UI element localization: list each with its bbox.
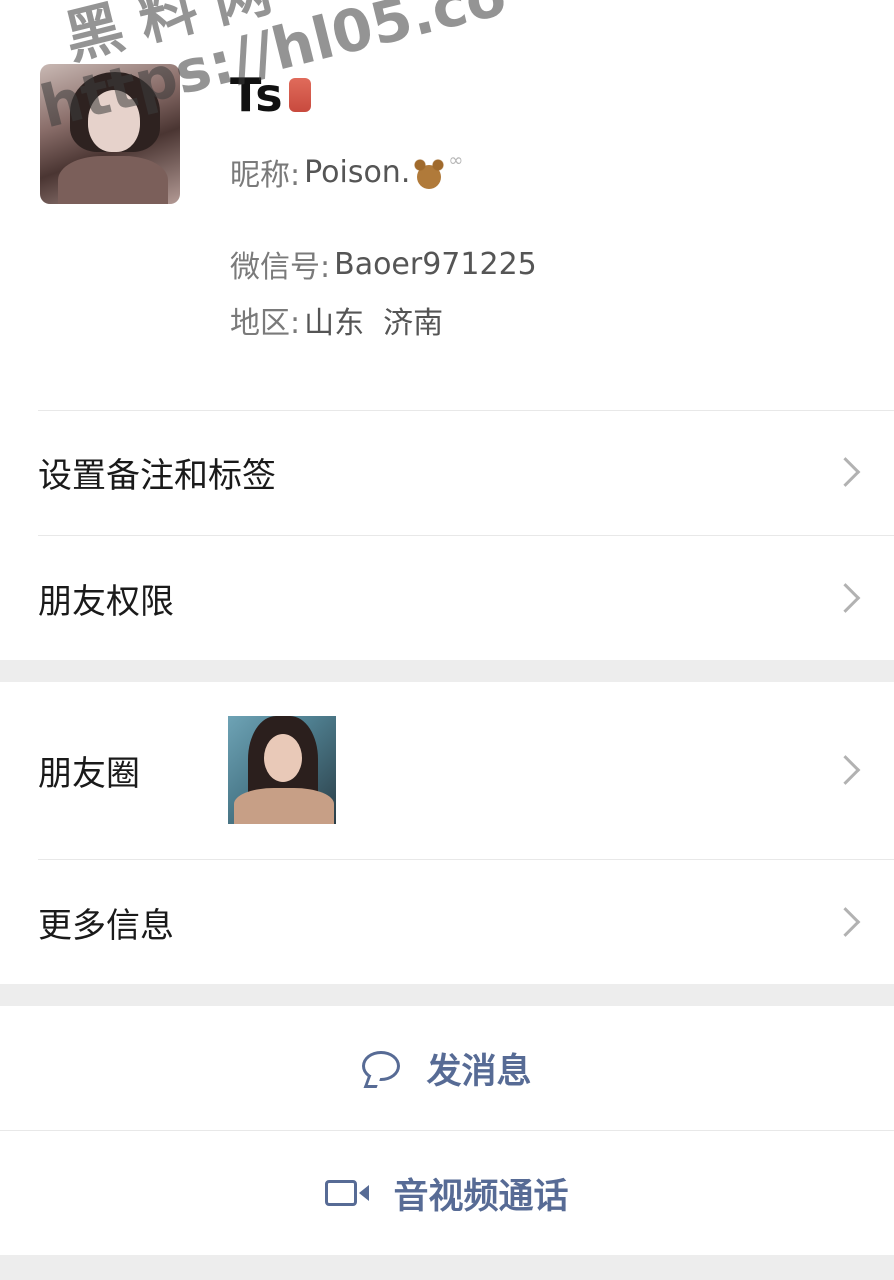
sparkle-icon: ∞ [448, 149, 464, 171]
avatar[interactable] [40, 64, 180, 204]
video-camera-icon [325, 1178, 371, 1208]
settings-group: 设置备注和标签 朋友权限 [0, 410, 894, 660]
wechat-id-value: Baoer971225 [334, 246, 537, 282]
nickname-line: 昵称: Poison. ∞ [230, 150, 463, 194]
row-label: 更多信息 [38, 905, 174, 946]
row-label: 朋友圈 [38, 753, 140, 794]
chevron-right-icon [830, 457, 861, 487]
nickname-value: Poison. [304, 154, 411, 190]
name-badge-icon [288, 78, 311, 112]
wechat-id-line: 微信号: Baoer971225 [230, 242, 537, 286]
display-name: Ts [230, 68, 311, 122]
social-group: 朋友圈 更多信息 [0, 682, 894, 984]
region-label: 地区: [230, 306, 301, 341]
row-more-info[interactable]: 更多信息 [0, 860, 894, 984]
region-line: 地区: 山东 济南 [230, 298, 443, 342]
row-label: 设置备注和标签 [38, 455, 276, 496]
moments-thumbnail [228, 716, 336, 824]
chat-bubble-icon [362, 1051, 404, 1085]
row-remark-tags[interactable]: 设置备注和标签 [0, 410, 894, 534]
display-name-text: Ts [230, 68, 283, 122]
send-message-button[interactable]: 发消息 [0, 1006, 894, 1130]
profile-card: Ts 昵称: Poison. ∞ 微信号: Baoer971225 地区: 山东… [0, 0, 894, 410]
send-message-label: 发消息 [426, 1051, 532, 1092]
teddy-bear-icon [412, 155, 446, 189]
chevron-right-icon [830, 755, 861, 785]
chevron-right-icon [830, 907, 861, 937]
chevron-right-icon [830, 583, 861, 613]
row-friend-permissions[interactable]: 朋友权限 [0, 536, 894, 660]
video-call-button[interactable]: 音视频通话 [0, 1131, 894, 1255]
contact-profile-page: Ts 昵称: Poison. ∞ 微信号: Baoer971225 地区: 山东… [0, 0, 894, 1280]
wechat-id-label: 微信号: [230, 250, 331, 285]
nickname-label: 昵称: [230, 158, 301, 193]
region-value: 山东 济南 [304, 306, 444, 341]
row-label: 朋友权限 [38, 581, 174, 622]
video-call-label: 音视频通话 [393, 1176, 569, 1217]
row-moments[interactable]: 朋友圈 [0, 682, 894, 858]
